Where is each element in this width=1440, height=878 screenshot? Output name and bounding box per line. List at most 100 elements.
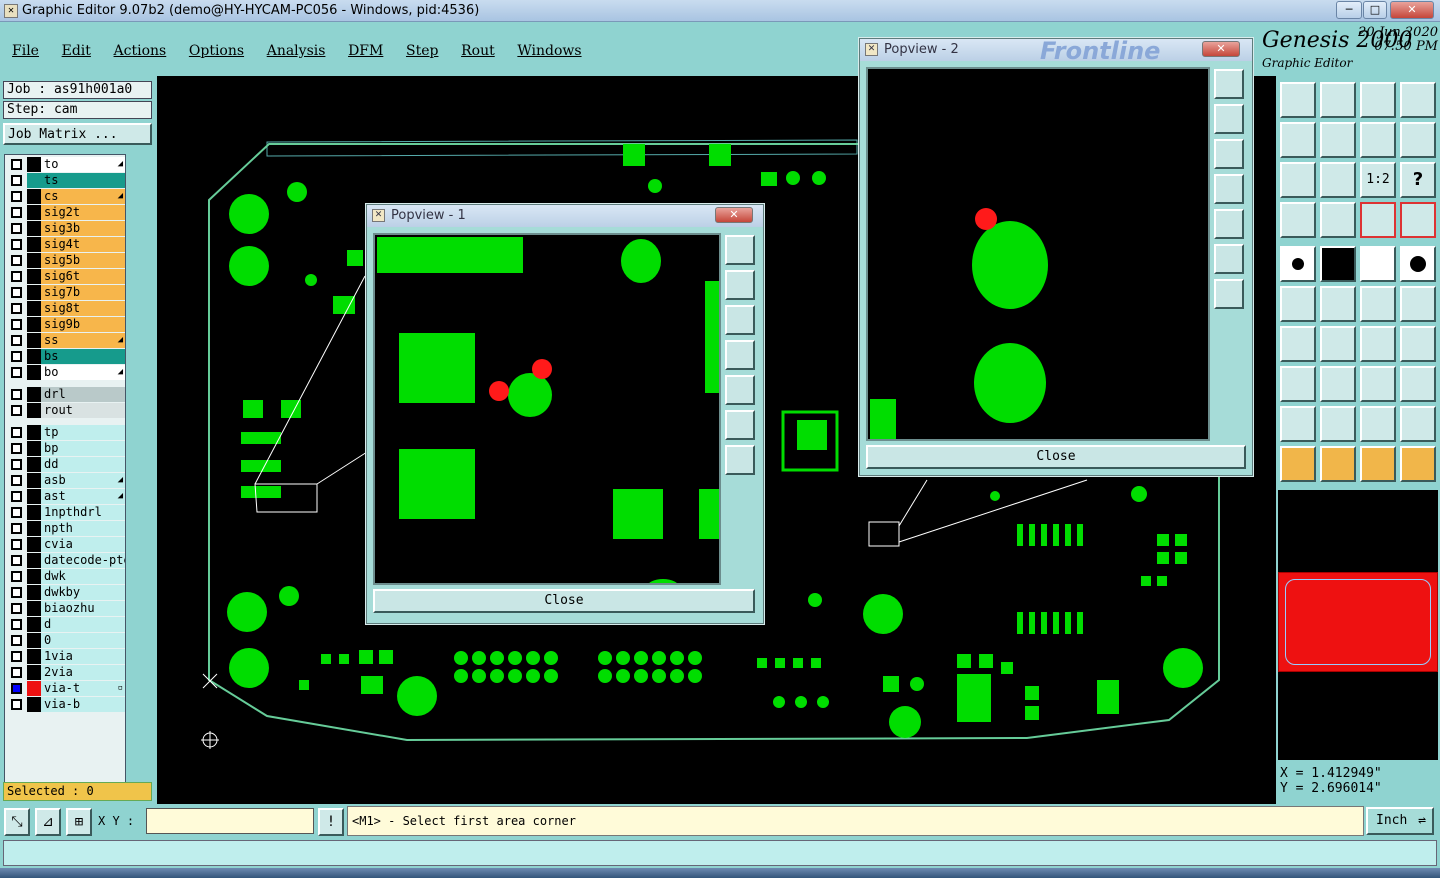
- popview2-pan-left-button[interactable]: [1214, 174, 1244, 204]
- layer-row[interactable]: dd: [7, 457, 125, 472]
- layer-name[interactable]: bp: [41, 441, 125, 456]
- pointer-box-icon[interactable]: [1320, 446, 1356, 482]
- minimize-button[interactable]: ─: [1336, 1, 1362, 19]
- layer-row[interactable]: ts: [7, 173, 125, 188]
- layer-checkbox[interactable]: [11, 539, 22, 550]
- popview-fit-button[interactable]: [725, 410, 755, 440]
- layer-checkbox[interactable]: [11, 351, 22, 362]
- layer-row[interactable]: 1npthdrl: [7, 505, 125, 520]
- layer-name[interactable]: 0: [41, 633, 125, 648]
- layer-name[interactable]: bs: [41, 349, 125, 364]
- segment-red-icon[interactable]: [1400, 286, 1436, 322]
- layer-name[interactable]: sig5b: [41, 253, 125, 268]
- layer-row[interactable]: dwkby: [7, 585, 125, 600]
- cross-icon[interactable]: [1320, 286, 1356, 322]
- layer-row[interactable]: sig7b: [7, 285, 125, 300]
- popview-zoom-window-button[interactable]: [725, 235, 755, 265]
- layer-name[interactable]: dwkby: [41, 585, 125, 600]
- layer-name[interactable]: ast: [41, 489, 125, 504]
- menu-options[interactable]: Options: [189, 43, 244, 59]
- layer-checkbox[interactable]: [11, 491, 22, 502]
- net-icon[interactable]: [1360, 202, 1396, 238]
- slope-icon[interactable]: [1320, 326, 1356, 362]
- layer-row[interactable]: drl: [7, 387, 125, 402]
- board-overview[interactable]: [1278, 572, 1438, 672]
- close-window-button[interactable]: ✕: [1390, 1, 1434, 19]
- layer-checkbox[interactable]: [11, 459, 22, 470]
- pointer-icon[interactable]: [1280, 446, 1316, 482]
- layer-row[interactable]: cs ◢: [7, 189, 125, 204]
- layer-name[interactable]: ts: [41, 173, 125, 188]
- layer-checkbox[interactable]: [11, 389, 22, 400]
- layer-row[interactable]: ast ◢: [7, 489, 125, 504]
- layer-row[interactable]: d: [7, 617, 125, 632]
- line-icon[interactable]: [1320, 366, 1356, 402]
- menu-analysis[interactable]: Analysis: [267, 43, 326, 59]
- layer-row[interactable]: dwk: [7, 569, 125, 584]
- arc-icon[interactable]: [1360, 326, 1396, 362]
- layer-row[interactable]: bs: [7, 349, 125, 364]
- layer-name[interactable]: sig3b: [41, 221, 125, 236]
- popview2-center-button[interactable]: [1214, 279, 1244, 309]
- layer-row[interactable]: 0: [7, 633, 125, 648]
- layer-row[interactable]: via-t ▫: [7, 681, 125, 696]
- layer-checkbox[interactable]: [11, 255, 22, 266]
- popview-center-button[interactable]: [725, 445, 755, 475]
- layer-name[interactable]: d: [41, 617, 125, 632]
- xy-input[interactable]: [146, 808, 314, 834]
- layer-name[interactable]: sig4t: [41, 237, 125, 252]
- layer-row[interactable]: sig4t: [7, 237, 125, 252]
- layer-checkbox[interactable]: [11, 367, 22, 378]
- menu-file[interactable]: File: [12, 43, 39, 59]
- layer-row[interactable]: cvia: [7, 537, 125, 552]
- shape-icon[interactable]: [1280, 366, 1316, 402]
- popview-2-close-button[interactable]: Close: [866, 445, 1246, 469]
- layer-name[interactable]: npth: [41, 521, 125, 536]
- layer-checkbox[interactable]: [11, 303, 22, 314]
- layer-row[interactable]: datecode-pte: [7, 553, 125, 568]
- popview-zoom-in-button[interactable]: [725, 270, 755, 300]
- popview-2-view[interactable]: [866, 67, 1210, 441]
- layer-checkbox[interactable]: [11, 319, 22, 330]
- triangle-icon[interactable]: [1280, 406, 1316, 442]
- pointer-net-icon[interactable]: [1400, 446, 1436, 482]
- layer-checkbox[interactable]: [11, 683, 22, 694]
- layer-name[interactable]: ss: [41, 333, 125, 348]
- popview2-zoom-window-button[interactable]: [1214, 69, 1244, 99]
- layer-checkbox[interactable]: [11, 239, 22, 250]
- popview-2-x-button[interactable]: ✕: [1202, 41, 1240, 57]
- layer-row[interactable]: rout: [7, 403, 125, 418]
- line-color-icon[interactable]: [1320, 246, 1356, 282]
- layer-name[interactable]: via-t: [41, 681, 125, 696]
- layer-row[interactable]: sig8t: [7, 301, 125, 316]
- group-icon[interactable]: [1400, 366, 1436, 402]
- popview-1-x-button[interactable]: ✕: [715, 207, 753, 223]
- layer-name[interactable]: to: [41, 157, 125, 172]
- layer-checkbox[interactable]: [11, 603, 22, 614]
- triangle-wide-icon[interactable]: [1400, 406, 1436, 442]
- layer-checkbox[interactable]: [11, 571, 22, 582]
- help-icon[interactable]: ?: [1400, 162, 1436, 198]
- layer-name[interactable]: dwk: [41, 569, 125, 584]
- menu-actions[interactable]: Actions: [114, 43, 167, 59]
- popview-pan-right-button[interactable]: [725, 375, 755, 405]
- dot-icon[interactable]: [1400, 246, 1436, 282]
- layer-name[interactable]: cs: [41, 189, 125, 204]
- layer-row[interactable]: sig5b: [7, 253, 125, 268]
- layer-name[interactable]: sig7b: [41, 285, 125, 300]
- menu-step[interactable]: Step: [406, 43, 438, 59]
- layer-checkbox[interactable]: [11, 271, 22, 282]
- swap-icon[interactable]: [1400, 122, 1436, 158]
- measure-corner-icon[interactable]: ⊿: [35, 808, 61, 836]
- popview-zoom-out-button[interactable]: [725, 305, 755, 335]
- bracket-icon[interactable]: [1400, 326, 1436, 362]
- layer-row[interactable]: bp: [7, 441, 125, 456]
- layer-name[interactable]: cvia: [41, 537, 125, 552]
- layer-name[interactable]: biaozhu: [41, 601, 125, 616]
- layer-row[interactable]: sig9b: [7, 317, 125, 332]
- popview-1-view[interactable]: [373, 233, 721, 595]
- layer-checkbox[interactable]: [11, 405, 22, 416]
- menu-windows[interactable]: Windows: [517, 43, 581, 59]
- layer-checkbox[interactable]: [11, 587, 22, 598]
- layer-name[interactable]: 1via: [41, 649, 125, 664]
